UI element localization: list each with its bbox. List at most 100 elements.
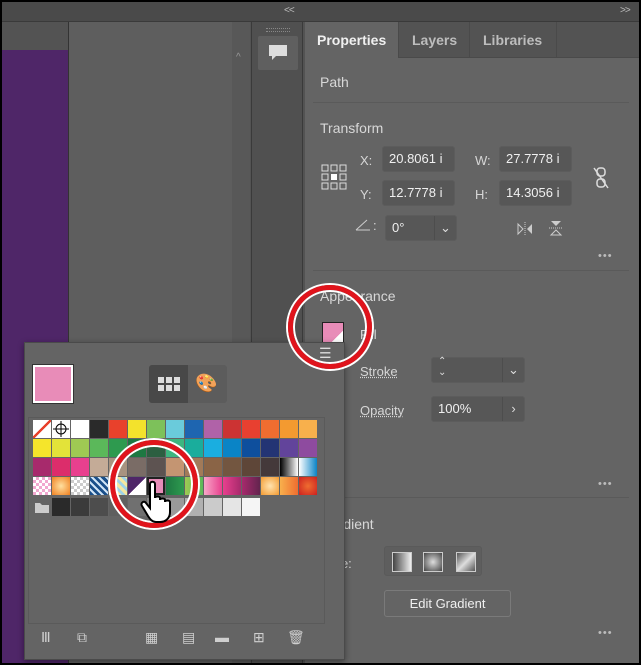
- w-field[interactable]: 27.7778 i: [499, 146, 572, 172]
- swatch[interactable]: [90, 477, 108, 495]
- swatch[interactable]: [242, 498, 260, 516]
- new-swatch-icon[interactable]: ⊞: [253, 629, 265, 646]
- swatches-view-button[interactable]: [149, 365, 188, 403]
- swatch[interactable]: [71, 498, 89, 516]
- opacity-label[interactable]: Opacity: [360, 403, 404, 418]
- swatch[interactable]: [280, 439, 298, 457]
- swatch[interactable]: [185, 420, 203, 438]
- swatch[interactable]: [109, 420, 127, 438]
- swatch[interactable]: [166, 420, 184, 438]
- opacity-field[interactable]: 100% ›: [431, 396, 525, 422]
- swatch[interactable]: [261, 439, 279, 457]
- swatch[interactable]: [261, 420, 279, 438]
- drag-grip[interactable]: [266, 28, 290, 32]
- tab-properties[interactable]: Properties: [305, 22, 400, 58]
- swatch[interactable]: [71, 458, 89, 476]
- swatch[interactable]: [71, 439, 89, 457]
- swatch[interactable]: [90, 498, 108, 516]
- x-field[interactable]: 20.8061 i: [382, 146, 455, 172]
- h-field[interactable]: 14.3056 i: [499, 180, 572, 206]
- rotate-angle-icon: [355, 219, 370, 231]
- swatch[interactable]: [71, 477, 89, 495]
- swatch[interactable]: [204, 458, 222, 476]
- collapse-right-button[interactable]: >>: [620, 5, 631, 16]
- chevron-down-icon[interactable]: ⌄: [434, 216, 456, 240]
- stroke-label[interactable]: Stroke: [360, 364, 398, 379]
- collapse-left-button[interactable]: <<: [284, 5, 295, 16]
- swatch[interactable]: [33, 458, 51, 476]
- swatch[interactable]: [280, 458, 298, 476]
- stroke-weight-field[interactable]: ⌃ ⌄ ⌄: [431, 356, 525, 383]
- scroll-up-icon[interactable]: ^: [236, 52, 241, 63]
- more-options-button[interactable]: •••: [598, 627, 613, 639]
- delete-swatch-icon[interactable]: 🗑: [287, 629, 305, 646]
- swatches-toolbar: Ⅲ ⧉ ▦ ▤ ▬ ⊞ 🗑: [25, 627, 346, 657]
- swatch[interactable]: [33, 477, 51, 495]
- swatch[interactable]: [33, 439, 51, 457]
- swatch[interactable]: [299, 439, 317, 457]
- swatch[interactable]: [90, 420, 108, 438]
- color-mixer-palette-icon[interactable]: 🎨: [195, 373, 217, 394]
- edit-gradient-button[interactable]: Edit Gradient: [384, 590, 511, 617]
- swatch[interactable]: [223, 420, 241, 438]
- swatch[interactable]: [242, 458, 260, 476]
- swatch[interactable]: [71, 420, 89, 438]
- swatch[interactable]: [299, 420, 317, 438]
- more-options-button[interactable]: •••: [598, 478, 613, 490]
- rotate-field[interactable]: 0° ⌄: [385, 215, 457, 241]
- place-swatch-icon[interactable]: ⧉: [77, 629, 87, 646]
- swatch[interactable]: [299, 477, 317, 495]
- panel-dock-bar: << >>: [2, 2, 639, 22]
- swatch[interactable]: [185, 439, 203, 457]
- swatch[interactable]: [52, 498, 70, 516]
- swatch[interactable]: [128, 420, 146, 438]
- show-swatch-kinds-icon[interactable]: ▦: [145, 629, 158, 646]
- swatch[interactable]: [147, 420, 165, 438]
- swatch[interactable]: [223, 498, 241, 516]
- swatch[interactable]: [280, 477, 298, 495]
- swatch-options-icon[interactable]: ▤: [182, 629, 195, 646]
- swatch[interactable]: [242, 477, 260, 495]
- swatch[interactable]: [204, 477, 222, 495]
- swatch-libraries-icon[interactable]: Ⅲ: [41, 629, 51, 646]
- selection-type: Path: [320, 74, 349, 90]
- swatch[interactable]: [223, 439, 241, 457]
- swatch[interactable]: [242, 420, 260, 438]
- swatch[interactable]: [261, 458, 279, 476]
- tab-libraries[interactable]: Libraries: [471, 22, 557, 58]
- swatch[interactable]: [204, 498, 222, 516]
- swatch[interactable]: [90, 439, 108, 457]
- radial-gradient-button[interactable]: [423, 552, 443, 572]
- y-field[interactable]: 12.7778 i: [382, 180, 455, 206]
- swatch[interactable]: [299, 458, 317, 476]
- swatch[interactable]: [223, 458, 241, 476]
- swatch[interactable]: [242, 439, 260, 457]
- stepper-icon[interactable]: ⌃ ⌄: [438, 356, 446, 378]
- reference-point-icon[interactable]: [321, 164, 347, 190]
- color-group-folder-icon[interactable]: [33, 498, 51, 516]
- chevron-right-icon[interactable]: ›: [502, 397, 524, 421]
- swatch[interactable]: [204, 420, 222, 438]
- h-label: H:: [475, 187, 488, 202]
- current-fill-preview: [32, 364, 74, 404]
- swatch[interactable]: [52, 477, 70, 495]
- swatch-registration[interactable]: [52, 420, 70, 438]
- linear-gradient-button[interactable]: [392, 552, 412, 572]
- swatch[interactable]: [204, 439, 222, 457]
- swatch[interactable]: [223, 477, 241, 495]
- swatch[interactable]: [52, 458, 70, 476]
- flip-vertical-icon[interactable]: [549, 220, 563, 236]
- swatch[interactable]: [90, 458, 108, 476]
- swatch[interactable]: [261, 477, 279, 495]
- swatch-none[interactable]: [33, 420, 51, 438]
- swatch[interactable]: [52, 439, 70, 457]
- freeform-gradient-button[interactable]: [456, 552, 476, 572]
- constrain-proportions-icon[interactable]: [593, 166, 609, 190]
- new-color-group-icon[interactable]: ▬: [215, 629, 229, 645]
- tab-layers[interactable]: Layers: [400, 22, 471, 58]
- more-options-button[interactable]: •••: [598, 250, 613, 262]
- flip-horizontal-icon[interactable]: [517, 222, 533, 236]
- chevron-down-icon[interactable]: ⌄: [502, 358, 524, 382]
- comments-button[interactable]: [258, 36, 298, 70]
- swatch[interactable]: [280, 420, 298, 438]
